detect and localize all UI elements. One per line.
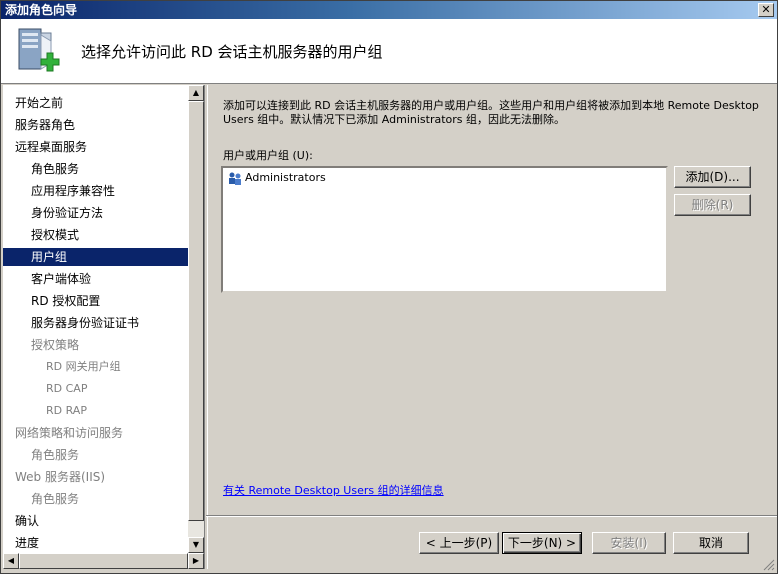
title-bar[interactable]: 添加角色向导 ✕ — [1, 1, 777, 19]
nav-item[interactable]: 进度 — [3, 534, 188, 552]
page-heading: 选择允许访问此 RD 会话主机服务器的用户组 — [81, 43, 383, 61]
nav-item[interactable]: 授权模式 — [3, 226, 188, 244]
nav-item[interactable]: 角色服务 — [3, 446, 188, 464]
scroll-down-button[interactable]: ▼ — [188, 537, 204, 553]
next-button[interactable]: 下一步(N) > — [502, 532, 582, 554]
resize-grip-icon[interactable] — [763, 559, 775, 571]
window-title: 添加角色向导 — [5, 3, 78, 17]
add-roles-wizard-window: 添加角色向导 ✕ 选择允许访问此 RD 会话主机服务器的用户组 开始之前服务器角… — [0, 0, 778, 574]
cancel-button[interactable]: 取消 — [673, 532, 749, 554]
nav-item[interactable]: RD CAP — [3, 380, 188, 398]
wizard-header: 选择允许访问此 RD 会话主机服务器的用户组 — [1, 19, 777, 84]
list-item[interactable]: Administrators — [227, 170, 326, 186]
nav-item[interactable]: 网络策略和访问服务 — [3, 424, 188, 442]
nav-item[interactable]: 开始之前 — [3, 94, 188, 112]
add-button[interactable]: 添加(D)... — [674, 166, 751, 188]
horizontal-scroll-thumb[interactable] — [19, 553, 188, 569]
nav-item[interactable]: 服务器角色 — [3, 116, 188, 134]
description-text: 添加可以连接到此 RD 会话主机服务器的用户或用户组。这些用户和用户组将被添加到… — [223, 99, 759, 126]
users-list-label: 用户或用户组 (U): — [223, 149, 313, 162]
install-button[interactable]: 安装(I) — [592, 532, 666, 554]
nav-item[interactable]: 授权策略 — [3, 336, 188, 354]
wizard-step-navigation: 开始之前 服务器角色 远程桌面服务 角色服务 应用程序兼容性 身份验证方法 授权模式 用户组客… — [3, 85, 189, 553]
nav-item[interactable]: 身份验证方法 — [3, 204, 188, 222]
nav-vertical-scrollbar[interactable]: ▲ ▼ — [188, 85, 204, 553]
previous-button[interactable]: < 上一步(P) — [419, 532, 499, 554]
nav-item[interactable]: 用户组 — [3, 248, 188, 266]
nav-horizontal-scrollbar[interactable]: ◀ ▶ — [3, 553, 204, 569]
nav-item[interactable]: RD 授权配置 — [3, 292, 188, 310]
nav-item[interactable]: 应用程序兼容性 — [3, 182, 188, 200]
nav-item[interactable]: 服务器身份验证证书 — [3, 314, 188, 332]
list-item-label: Administrators — [245, 171, 326, 184]
nav-item[interactable]: RD 网关用户组 — [3, 358, 188, 376]
nav-item[interactable]: 角色服务 — [3, 490, 188, 508]
help-link[interactable]: 有关 Remote Desktop Users 组的详细信息 — [223, 482, 444, 498]
footer-separator — [206, 515, 777, 517]
nav-item[interactable]: 远程桌面服务 — [3, 138, 188, 156]
user-group-icon — [229, 172, 241, 185]
remove-button[interactable]: 删除(R) — [674, 194, 751, 216]
scroll-right-button[interactable]: ▶ — [188, 553, 204, 569]
nav-item[interactable]: 确认 — [3, 512, 188, 530]
nav-item[interactable]: Web 服务器(IIS) — [3, 468, 188, 486]
close-button[interactable]: ✕ — [758, 3, 774, 17]
pane-divider — [204, 85, 208, 569]
server-add-icon — [18, 28, 60, 72]
scroll-up-button[interactable]: ▲ — [188, 85, 204, 101]
nav-item[interactable]: 角色服务 — [3, 160, 188, 178]
nav-item[interactable]: RD RAP — [3, 402, 188, 420]
scroll-left-button[interactable]: ◀ — [3, 553, 19, 569]
nav-item[interactable]: 客户端体验 — [3, 270, 188, 288]
scroll-thumb[interactable] — [188, 101, 204, 521]
users-or-groups-listbox[interactable]: Administrators — [221, 166, 668, 293]
